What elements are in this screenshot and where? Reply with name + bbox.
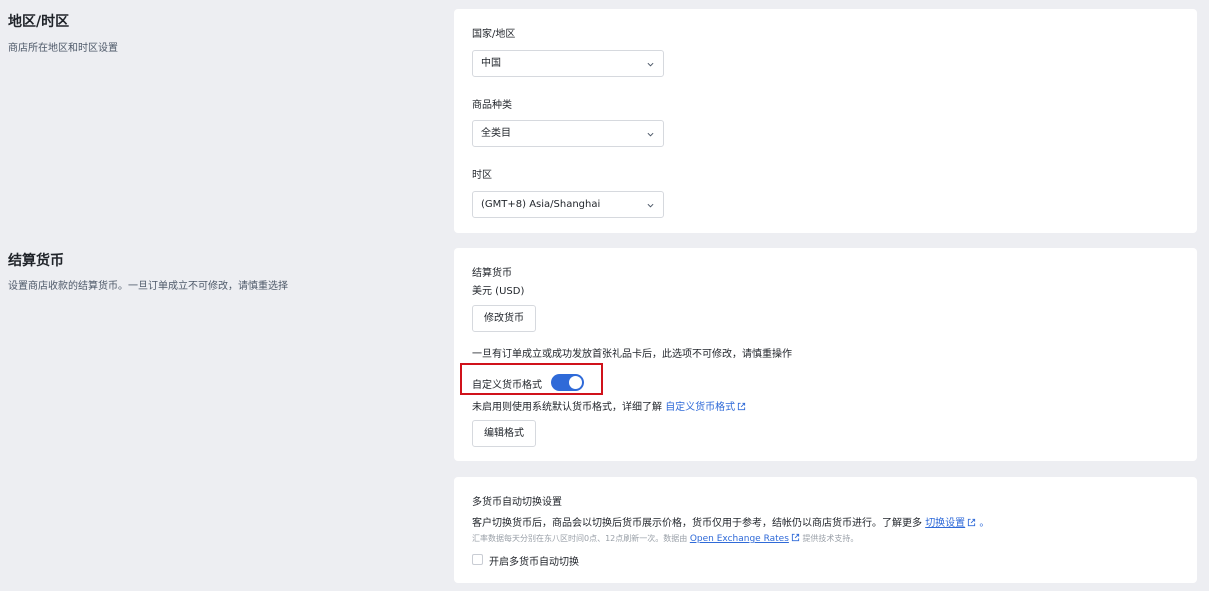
country-select-value: 中国 (481, 58, 501, 69)
currency-card: 结算货币 美元 (USD) 修改货币 一旦有订单成立或成功发放首张礼品卡后，此选… (454, 248, 1197, 461)
currency-field-value: 美元 (USD) (472, 286, 525, 297)
timezone-select-value: (GMT+8) Asia/Shanghai (481, 199, 601, 210)
multi-currency-description-row: 客户切换货币后，商品会以切换后货币展示价格，货币仅用于参考，结帐仍以商店货币进行… (472, 514, 989, 529)
exchange-rate-note-row: 汇率数据每天分别在东八区时间0点、12点刷新一次。数据由 Open Exchan… (472, 533, 858, 544)
multi-currency-title: 多货币自动切换设置 (472, 497, 562, 508)
open-exchange-rates-link[interactable]: Open Exchange Rates (690, 534, 789, 544)
country-label: 国家/地区 (472, 29, 516, 40)
chevron-down-icon (647, 203, 654, 208)
multi-currency-card: 多货币自动切换设置 客户切换货币后，商品会以切换后货币展示价格，货币仅用于参考，… (454, 477, 1197, 583)
timezone-label: 时区 (472, 170, 492, 181)
edit-format-button[interactable]: 编辑格式 (472, 420, 536, 447)
region-card: 国家/地区 中国 商品种类 全类目 时区 (GMT+8) Asia/Shangh… (454, 9, 1197, 233)
chevron-down-icon (647, 132, 654, 137)
toggle-knob (569, 376, 582, 389)
custom-format-hint-row: 未启用则使用系统默认货币格式，详细了解 自定义货币格式 (472, 398, 746, 413)
chevron-down-icon (647, 62, 654, 67)
custom-format-hint: 未启用则使用系统默认货币格式，详细了解 (472, 402, 662, 413)
currency-section-title: 结算货币 (8, 253, 64, 269)
switch-settings-link[interactable]: 切换设置 (925, 518, 965, 529)
description-trailing: 。 (979, 518, 990, 529)
multi-currency-checkbox-label[interactable]: 开启多货币自动切换 (489, 553, 579, 568)
exchange-rate-note-prefix: 汇率数据每天分别在东八区时间0点、12点刷新一次。数据由 (472, 534, 688, 543)
custom-format-link[interactable]: 自定义货币格式 (665, 402, 746, 413)
country-select[interactable]: 中国 (472, 50, 664, 77)
exchange-rate-note-suffix: 提供技术支持。 (802, 534, 859, 543)
external-link-icon (968, 518, 976, 527)
currency-warning: 一旦有订单成立或成功发放首张礼品卡后，此选项不可修改，请慎重操作 (472, 349, 792, 360)
currency-section-description: 设置商店收款的结算货币。一旦订单成立不可修改，请慎重选择 (8, 281, 288, 292)
category-select[interactable]: 全类目 (472, 120, 664, 147)
region-section-description: 商店所在地区和时区设置 (8, 43, 118, 54)
timezone-select[interactable]: (GMT+8) Asia/Shanghai (472, 191, 664, 218)
custom-format-toggle[interactable] (551, 374, 584, 391)
external-link-icon (738, 402, 746, 411)
currency-field-label: 结算货币 (472, 268, 512, 279)
region-section-title: 地区/时区 (8, 14, 70, 30)
category-select-value: 全类目 (481, 128, 511, 139)
category-label: 商品种类 (472, 100, 512, 111)
change-currency-button[interactable]: 修改货币 (472, 305, 536, 332)
multi-currency-description: 客户切换货币后，商品会以切换后货币展示价格，货币仅用于参考，结帐仍以商店货币进行… (472, 518, 922, 529)
multi-currency-checkbox[interactable] (472, 554, 483, 565)
external-link-icon (791, 533, 799, 542)
